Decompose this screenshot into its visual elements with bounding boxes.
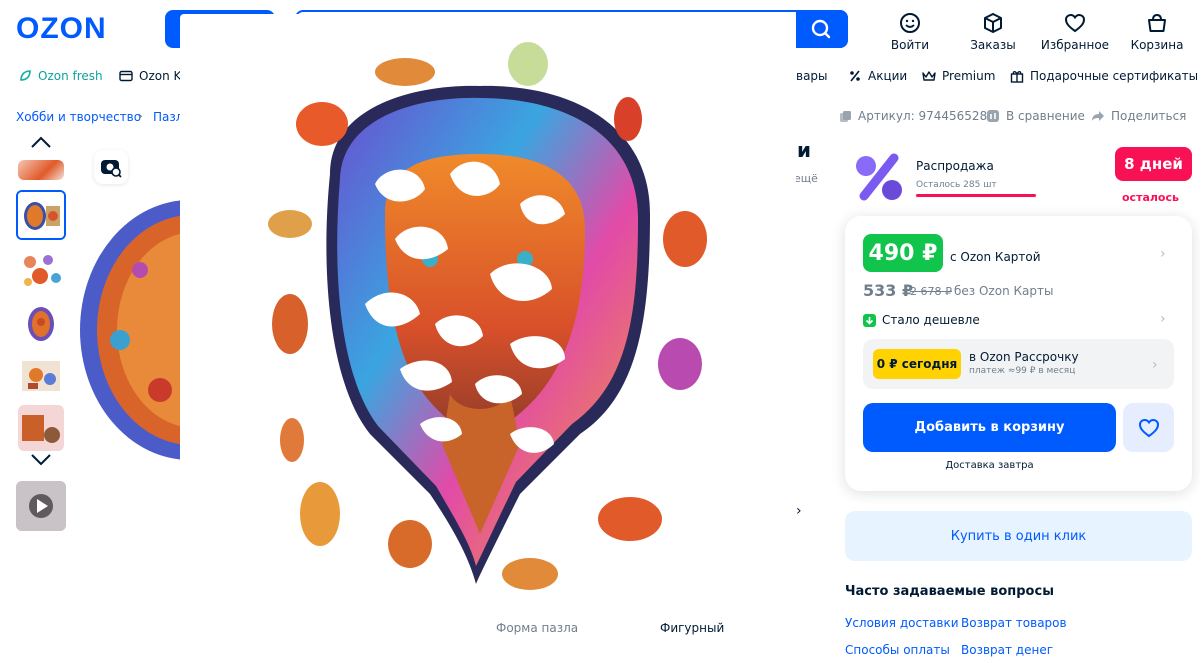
old-price: 2 678 ₽: [910, 285, 952, 298]
login-label: Войти: [890, 38, 930, 52]
thumbs-up-arrow-icon[interactable]: [30, 134, 52, 153]
nav-gift-label: Подарочные сертификаты: [1030, 69, 1199, 83]
nav-gift-cards[interactable]: Подарочные сертификаты: [1010, 69, 1198, 83]
card-icon: [119, 70, 133, 82]
login-button[interactable]: Войти: [870, 12, 950, 52]
cart-button[interactable]: Корзина: [1117, 12, 1197, 52]
with-card-label: с Ozon Картой: [950, 250, 1041, 264]
spec-value: Фигурный: [660, 621, 725, 635]
nav-goods[interactable]: вары: [796, 69, 828, 83]
sale-label: Распродажа: [916, 159, 994, 173]
days-left-label: осталось: [1122, 191, 1179, 204]
thumbnail-3[interactable]: [18, 300, 64, 346]
nav-actions[interactable]: Акции: [848, 69, 907, 83]
sale-percent-icon: [850, 148, 908, 206]
compare-button[interactable]: В сравнение: [986, 109, 1085, 123]
leaf-icon: [20, 70, 31, 81]
camera-search-icon: [101, 160, 122, 178]
faq-delivery-link[interactable]: Условия доставки: [845, 616, 959, 630]
compare-icon: [987, 110, 999, 122]
cart-icon: [1148, 13, 1166, 32]
nav-actions-label: Акции: [868, 69, 908, 83]
orders-button[interactable]: Заказы: [953, 12, 1033, 52]
cart-label: Корзина: [1130, 38, 1184, 52]
thumbnail-2[interactable]: [18, 248, 64, 294]
visual-search-button[interactable]: [94, 150, 128, 184]
smile-icon: [900, 13, 920, 33]
nav-ozon-card[interactable]: Ozon Ka: [119, 69, 189, 83]
video-thumbnail[interactable]: [16, 481, 66, 531]
product-subtitle-fragment: ещё: [794, 172, 818, 185]
nav-ozon-fresh[interactable]: Ozon fresh: [18, 69, 103, 83]
share-button[interactable]: Поделиться: [1091, 109, 1186, 123]
nav-premium-label: Premium: [942, 69, 996, 83]
thumbnail-1[interactable]: [16, 190, 66, 240]
product-title-fragment: и: [797, 138, 812, 162]
favorites-button[interactable]: Избранное: [1035, 12, 1115, 52]
regular-price: 533 ₽: [863, 281, 914, 300]
compare-label: В сравнение: [1006, 109, 1085, 123]
installment-title: в Ozon Рассрочку: [969, 350, 1079, 364]
article-number[interactable]: Артикул: 974456528: [839, 109, 987, 123]
buy-one-click-button[interactable]: Купить в один клик: [845, 511, 1192, 561]
ozon-logo[interactable]: OZON: [16, 12, 107, 46]
cheaper-label: Стало дешевле: [882, 313, 980, 327]
orders-label: Заказы: [970, 38, 1016, 52]
days-badge: 8 дней: [1115, 147, 1192, 181]
nav-fresh-label: Ozon fresh: [38, 69, 103, 83]
breadcrumb-separator-icon: ›: [138, 109, 143, 123]
price-chevron-icon[interactable]: ›: [1160, 246, 1166, 262]
nav-premium[interactable]: Premium: [922, 69, 995, 83]
faq-refund-link[interactable]: Возврат денег: [961, 643, 1053, 657]
installment-sub: платеж ≈99 ₽ в месяц: [969, 366, 1076, 376]
thumbs-down-arrow-icon[interactable]: [30, 452, 52, 471]
copy-icon: [840, 110, 851, 122]
sale-progress-bar: [916, 194, 1036, 197]
lion-puzzle-image: [268, 42, 707, 590]
thumbnail-4[interactable]: [18, 353, 64, 399]
search-button[interactable]: [796, 10, 848, 48]
share-label: Поделиться: [1111, 109, 1187, 123]
heart-icon: [1138, 418, 1159, 437]
nav-goods-label: вары: [796, 69, 828, 83]
add-to-cart-button[interactable]: Добавить в корзину: [863, 403, 1116, 452]
breadcrumb-puzzle[interactable]: Пазл: [153, 110, 183, 124]
search-icon: [811, 19, 831, 39]
price-cheaper-link[interactable]: Стало дешевле: [863, 313, 980, 327]
favorites-label: Избранное: [1040, 38, 1110, 52]
percent-icon: [850, 70, 860, 82]
article-label: Артикул: 974456528: [858, 109, 988, 123]
thumbnail-5[interactable]: [18, 405, 64, 451]
favorite-button[interactable]: [1123, 403, 1174, 452]
carousel-next-icon[interactable]: ›: [796, 503, 814, 525]
installment-chevron-icon[interactable]: ›: [1152, 357, 1158, 373]
share-icon: [1092, 111, 1104, 121]
faq-returns-link[interactable]: Возврат товаров: [961, 616, 1067, 630]
heart-icon: [1064, 13, 1086, 33]
gift-icon: [1010, 71, 1024, 83]
thumbnail-0[interactable]: [18, 160, 64, 180]
faq-title: Часто задаваемые вопросы: [845, 584, 1054, 599]
breadcrumb-hobby[interactable]: Хобби и творчество: [16, 110, 141, 124]
main-image-edge: [80, 190, 180, 470]
card-price[interactable]: 490 ₽: [863, 234, 943, 272]
spec-label: Форма пазла: [496, 621, 579, 635]
crown-icon: [922, 71, 936, 81]
without-card-label: без Ozon Карты: [954, 284, 1054, 298]
cheaper-chevron-icon[interactable]: ›: [1160, 311, 1166, 327]
faq-payment-link[interactable]: Способы оплаты: [845, 643, 950, 657]
delivery-label: Доставка завтра: [945, 460, 1034, 471]
arrow-down-icon: [863, 313, 876, 327]
sale-remaining: Осталось 285 шт: [916, 180, 997, 190]
box-icon: [984, 13, 1002, 33]
installment-badge: 0 ₽ сегодня: [873, 349, 961, 379]
zoomed-image-panel[interactable]: [180, 14, 796, 614]
